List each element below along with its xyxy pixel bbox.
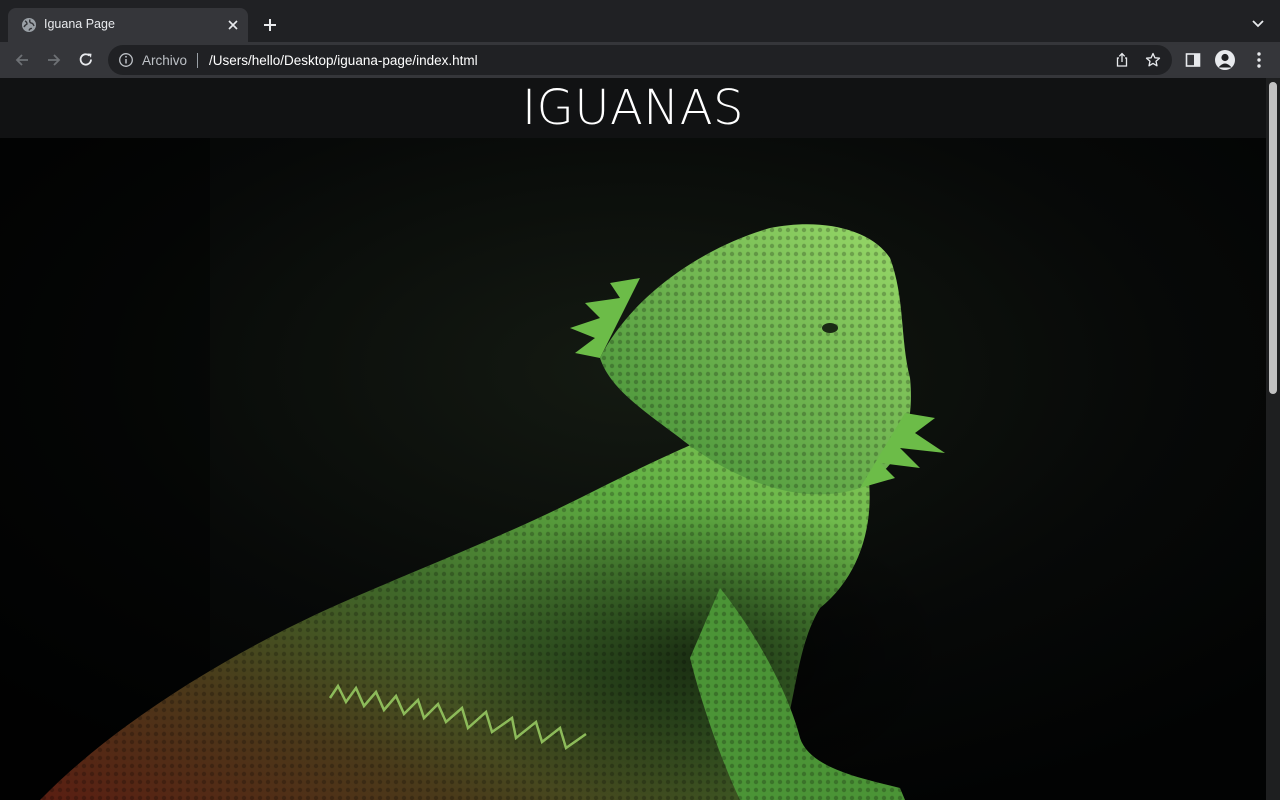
tab-title: Iguana Page: [44, 17, 115, 31]
hero-image: [0, 138, 1266, 800]
page-title: IGUANAS: [521, 80, 745, 136]
close-icon[interactable]: [224, 16, 242, 34]
chevron-down-icon[interactable]: [1248, 14, 1268, 34]
iguana-page: IGUANAS: [0, 78, 1266, 800]
forward-arrow-icon[interactable]: [42, 48, 66, 72]
more-menu-icon[interactable]: [1250, 50, 1268, 70]
tab-strip: Iguana Page: [0, 0, 1280, 42]
globe-icon: [21, 17, 37, 33]
profile-icon[interactable]: [1215, 50, 1235, 70]
page-scrollbar[interactable]: [1266, 78, 1280, 800]
page-viewport: IGUANAS: [0, 78, 1280, 800]
url-text[interactable]: /Users/hello/Desktop/iguana-page/index.h…: [209, 53, 478, 68]
share-icon[interactable]: [1114, 52, 1130, 68]
iguana-photo: [0, 138, 1266, 800]
address-separator: [197, 53, 198, 68]
reload-icon[interactable]: [74, 48, 98, 72]
plus-icon[interactable]: [259, 14, 281, 36]
info-icon[interactable]: [118, 52, 134, 68]
site-header: IGUANAS: [0, 78, 1266, 138]
scrollbar-thumb[interactable]: [1269, 82, 1277, 394]
back-arrow-icon[interactable]: [10, 48, 34, 72]
star-icon[interactable]: [1145, 52, 1161, 68]
side-panel-icon[interactable]: [1184, 51, 1202, 69]
browser-tab[interactable]: Iguana Page: [8, 8, 248, 42]
address-bar[interactable]: Archivo /Users/hello/Desktop/iguana-page…: [108, 45, 1172, 75]
scheme-label: Archivo: [142, 53, 188, 68]
browser-toolbar: Archivo /Users/hello/Desktop/iguana-page…: [0, 42, 1280, 78]
